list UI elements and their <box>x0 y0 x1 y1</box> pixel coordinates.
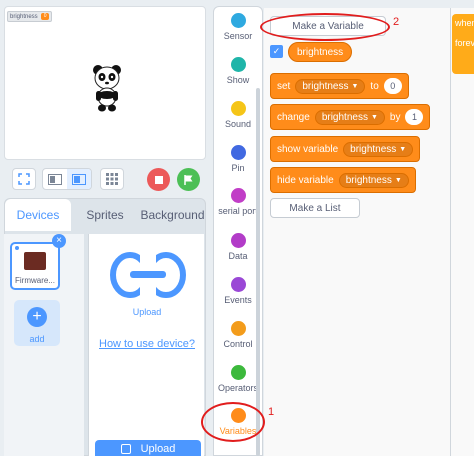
normal-stage-button[interactable] <box>67 169 91 189</box>
category-scrollbar[interactable] <box>256 88 260 456</box>
panda-sprite[interactable] <box>91 64 123 112</box>
normal-stage-icon <box>72 173 86 185</box>
annotation-ring-make-variable <box>260 13 390 41</box>
dropdown-arrow-icon: ▼ <box>394 176 402 184</box>
annotation-ring-variables <box>201 402 265 442</box>
block-text: show variable <box>277 143 339 155</box>
grid-view-button[interactable] <box>100 168 124 190</box>
variable-dropdown[interactable]: brightness ▼ <box>314 109 385 125</box>
dropdown-value: brightness <box>350 143 397 155</box>
make-list-label: Make a List <box>289 202 341 214</box>
upload-mode-label: Upload <box>132 307 162 317</box>
dropdown-arrow-icon: ▼ <box>399 145 407 153</box>
stage-layout-toggle[interactable] <box>42 168 92 190</box>
variable-dropdown[interactable]: brightness ▼ <box>343 141 414 157</box>
block-text: by <box>389 111 401 123</box>
category-sensor[interactable]: Sensor <box>213 13 263 41</box>
dropdown-value: brightness <box>345 174 392 186</box>
variable-name: brightness <box>297 46 344 58</box>
stop-icon <box>154 175 163 184</box>
fullscreen-button[interactable] <box>12 168 36 190</box>
upload-button[interactable]: Upload <box>95 440 201 456</box>
script-block[interactable]: when forever <box>452 14 474 74</box>
script-block-text-1: when <box>455 18 474 28</box>
script-area[interactable] <box>450 8 474 456</box>
events-icon <box>230 277 246 292</box>
variable-reporter[interactable]: brightness <box>288 42 353 62</box>
fullscreen-icon <box>18 173 30 185</box>
make-list-button[interactable]: Make a List <box>270 198 360 218</box>
check-icon: ✓ <box>272 46 281 56</box>
sensor-icon <box>230 13 246 28</box>
device-card[interactable]: Firmware... <box>10 242 60 290</box>
variable-dropdown[interactable]: brightness ▼ <box>338 172 409 188</box>
device-name: Firmware... <box>15 276 55 285</box>
value-input[interactable]: 0 <box>383 78 402 94</box>
upload-mode-icon[interactable] <box>110 250 186 300</box>
flag-icon <box>183 174 192 185</box>
green-flag-button[interactable] <box>177 168 200 191</box>
change-variable-block[interactable]: change brightness ▼ by 1 <box>270 104 431 130</box>
small-stage-icon <box>48 173 62 185</box>
variable-checkbox[interactable]: ✓ <box>270 45 283 58</box>
annotation-number-2: 2 <box>393 16 400 28</box>
device-board-image <box>24 252 46 270</box>
serial-port-icon <box>230 188 246 203</box>
variable-monitor: brightness 0 <box>7 11 53 22</box>
tab-devices-label: Devices <box>16 208 60 222</box>
script-block-text-2: forever <box>455 38 474 48</box>
upload-button-label: Upload <box>140 443 176 455</box>
pin-icon <box>230 145 246 160</box>
block-text: change <box>277 111 310 123</box>
sound-icon <box>230 101 246 116</box>
annotation-number-1: 1 <box>268 406 275 418</box>
category-show[interactable]: Show <box>213 57 263 85</box>
stop-button[interactable] <box>147 168 170 191</box>
show-variable-block[interactable]: show variable brightness ▼ <box>270 136 421 162</box>
small-stage-button[interactable] <box>43 169 67 189</box>
tab-sprites[interactable]: Sprites <box>72 199 138 231</box>
operators-icon <box>230 365 246 380</box>
add-device-button[interactable]: + add <box>14 300 60 346</box>
tab-background-label: Background <box>140 208 205 222</box>
upload-icon <box>120 444 131 454</box>
control-icon <box>230 321 246 336</box>
dropdown-arrow-icon: ▼ <box>351 82 359 90</box>
dropdown-value: brightness <box>321 111 368 123</box>
stage[interactable]: brightness 0 <box>4 6 206 160</box>
category-label: Sensor <box>223 31 253 41</box>
monitor-label: brightness <box>10 13 38 20</box>
dropdown-value: brightness <box>302 80 349 92</box>
show-icon <box>230 57 246 72</box>
value-input[interactable]: 1 <box>405 109 424 125</box>
how-to-use-link[interactable]: How to use device? <box>88 338 206 350</box>
dropdown-arrow-icon: ▼ <box>370 113 378 121</box>
block-text: to <box>370 80 379 92</box>
category-label: Show <box>226 75 250 85</box>
tab-sprites-label: Sprites <box>86 208 124 222</box>
device-status-dot <box>15 246 19 250</box>
tab-background[interactable]: Background <box>139 199 206 231</box>
close-icon: × <box>56 235 62 246</box>
hide-variable-block[interactable]: hide variable brightness ▼ <box>270 167 416 193</box>
block-text: hide variable <box>277 174 334 186</box>
tab-devices[interactable]: Devices <box>5 199 71 231</box>
remove-device-button[interactable]: × <box>52 234 66 248</box>
grid-icon <box>106 173 118 185</box>
variable-dropdown[interactable]: brightness ▼ <box>295 78 366 94</box>
set-variable-block[interactable]: set brightness ▼ to 0 <box>270 73 409 99</box>
monitor-value: 0 <box>40 13 50 20</box>
plus-icon: + <box>27 307 47 327</box>
data-icon <box>230 233 246 248</box>
add-label: add <box>29 334 45 344</box>
block-text: set <box>277 80 291 92</box>
